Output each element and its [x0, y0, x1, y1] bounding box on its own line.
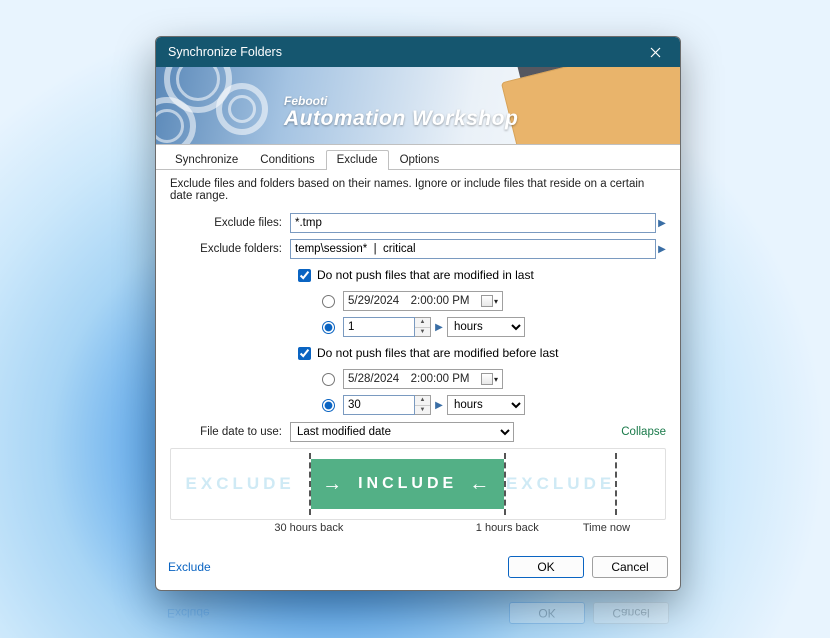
before-time-value: 2:00:00 PM — [411, 373, 470, 385]
exclude-folders-label: Exclude folders: — [170, 243, 290, 255]
arrow-right-icon: → — [322, 473, 346, 496]
exclude-files-input[interactable] — [290, 213, 656, 233]
tab-body: Exclude files and folders based on their… — [156, 170, 680, 550]
tab-exclude[interactable]: Exclude — [326, 150, 389, 170]
timeline-exclude-left: EXCLUDE — [171, 449, 309, 519]
close-button[interactable] — [634, 39, 676, 65]
last-date-value: 5/29/2024 — [348, 295, 399, 307]
banner: Febooti Automation Workshop — [156, 67, 680, 145]
no-push-last-label: Do not push files that are modified in l… — [317, 268, 534, 282]
banner-text: Febooti Automation Workshop — [284, 95, 518, 130]
close-icon — [650, 47, 661, 58]
help-link[interactable]: Exclude — [168, 560, 211, 574]
cancel-button[interactable]: Cancel — [592, 556, 668, 578]
window-title: Synchronize Folders — [168, 45, 282, 59]
no-push-before-checkbox[interactable] — [298, 347, 311, 360]
calendar-dropdown-icon[interactable]: ▾ — [481, 373, 498, 385]
exclude-files-variable-picker[interactable]: ▶ — [658, 214, 666, 232]
file-date-select[interactable]: Last modified date — [290, 422, 514, 442]
tab-synchronize[interactable]: Synchronize — [164, 150, 249, 170]
brand-big: Automation Workshop — [284, 107, 518, 130]
tab-options[interactable]: Options — [389, 150, 451, 170]
before-unit-select[interactable]: hours — [447, 395, 525, 415]
before-absolute-radio[interactable] — [322, 373, 335, 386]
before-date-value: 5/28/2024 — [348, 373, 399, 385]
tab-strip: Synchronize Conditions Exclude Options — [156, 147, 680, 170]
timeline-exclude-right: EXCLUDE — [506, 449, 615, 519]
exclude-folders-input[interactable] — [290, 239, 656, 259]
arrow-left-icon: ← — [469, 473, 493, 496]
calendar-dropdown-icon[interactable]: ▾ — [481, 295, 498, 307]
titlebar: Synchronize Folders — [156, 37, 680, 67]
last-amount-variable-picker[interactable]: ▶ — [435, 318, 443, 336]
timeline-include: → INCLUDE ← — [311, 459, 504, 509]
last-amount-input[interactable] — [343, 317, 415, 337]
timeline-mark-right: 1 hours back — [476, 522, 539, 534]
last-absolute-radio[interactable] — [322, 295, 335, 308]
before-relative-radio[interactable] — [322, 399, 335, 412]
no-push-before-label: Do not push files that are modified befo… — [317, 346, 558, 360]
file-date-label: File date to use: — [170, 426, 290, 438]
exclude-folders-variable-picker[interactable]: ▶ — [658, 240, 666, 258]
last-datetime-picker[interactable]: 5/29/2024 2:00:00 PM ▾ — [343, 291, 503, 311]
last-relative-radio[interactable] — [322, 321, 335, 334]
timeline-include-label: INCLUDE — [358, 475, 457, 493]
last-time-value: 2:00:00 PM — [411, 295, 470, 307]
tab-description: Exclude files and folders based on their… — [170, 178, 666, 202]
timeline-preview: EXCLUDE → INCLUDE ← EXCLUDE — [170, 448, 666, 520]
timeline-mark-now: Time now — [583, 522, 630, 534]
timeline-labels: 30 hours back 1 hours back Time now — [170, 522, 666, 536]
brand-small: Febooti — [284, 95, 518, 107]
ok-button[interactable]: OK — [508, 556, 584, 578]
exclude-files-label: Exclude files: — [170, 217, 290, 229]
dialog-footer: Exclude OK Cancel — [156, 550, 680, 590]
timeline-mark-left: 30 hours back — [274, 522, 343, 534]
before-amount-variable-picker[interactable]: ▶ — [435, 396, 443, 414]
collapse-link[interactable]: Collapse — [621, 426, 666, 438]
before-amount-spinner[interactable]: ▲▼ — [415, 395, 431, 415]
last-unit-select[interactable]: hours — [447, 317, 525, 337]
last-amount-spinner[interactable]: ▲▼ — [415, 317, 431, 337]
no-push-last-checkbox[interactable] — [298, 269, 311, 282]
before-amount-input[interactable] — [343, 395, 415, 415]
synchronize-folders-dialog: Synchronize Folders Febooti Automation W… — [155, 36, 681, 591]
tab-conditions[interactable]: Conditions — [249, 150, 325, 170]
folder-graphic — [496, 67, 680, 145]
before-datetime-picker[interactable]: 5/28/2024 2:00:00 PM ▾ — [343, 369, 503, 389]
